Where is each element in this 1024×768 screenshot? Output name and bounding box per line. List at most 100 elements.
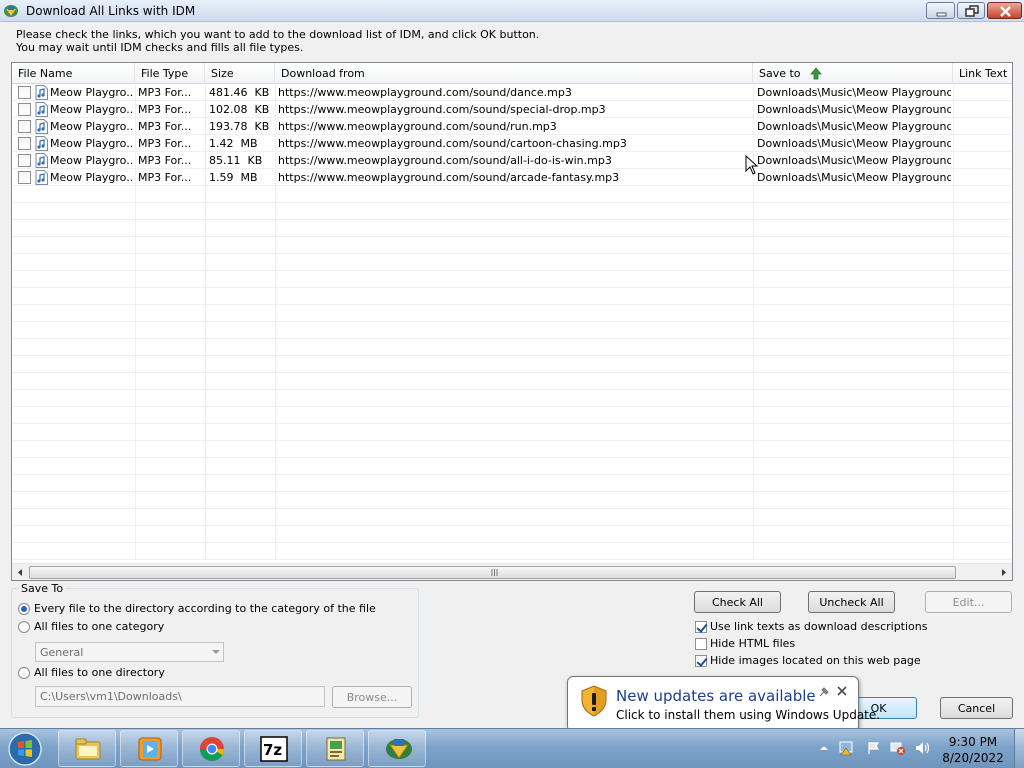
hide-images-checkbox[interactable] — [695, 655, 707, 667]
instructions: Please check the links, which you want t… — [16, 28, 539, 54]
start-button-icon[interactable] — [6, 731, 44, 767]
cell-size: 85.11 KB — [209, 154, 263, 167]
column-file-type[interactable]: File Type — [135, 63, 205, 84]
uncheck-all-button[interactable]: Uncheck All — [808, 591, 895, 613]
list-item[interactable]: Meow Playgro... MP3 For... 1.42 MB https://… — [12, 135, 1012, 152]
network-disconnected-icon[interactable] — [890, 740, 906, 756]
save-to-group: Save To Every file to the directory acco… — [11, 582, 419, 718]
volume-icon[interactable] — [914, 740, 930, 756]
cell-save-to: Downloads\Music\Meow Playground ... — [757, 86, 951, 99]
list-item[interactable]: Meow Playgro... MP3 For... 1.59 MB https://… — [12, 169, 1012, 186]
scrollbar-thumb[interactable] — [29, 566, 956, 579]
row-checkbox[interactable] — [18, 154, 31, 167]
radio-one-category-label[interactable]: All files to one category — [34, 620, 164, 633]
taskbar-app[interactable] — [306, 730, 364, 767]
media-player-icon — [138, 737, 162, 761]
title-bar: Download All Links with IDM — [0, 0, 1024, 22]
row-gridline — [12, 287, 1012, 288]
update-notification[interactable]: New updates are available Click to insta… — [567, 676, 880, 732]
column-save-to[interactable]: Save to — [753, 63, 953, 84]
audio-file-icon — [35, 102, 48, 117]
radio-one-directory[interactable] — [18, 667, 30, 679]
cell-file-name: Meow Playgro... — [50, 171, 134, 184]
column-size[interactable]: Size — [205, 63, 275, 84]
taskbar-chrome[interactable] — [182, 730, 240, 767]
cell-size: 193.78 KB — [209, 120, 270, 133]
row-checkbox[interactable] — [18, 86, 31, 99]
cell-file-name: Meow Playgro... — [50, 86, 134, 99]
system-clock[interactable]: 9:30 PM 8/20/2022 — [936, 734, 1010, 766]
hide-images-label[interactable]: Hide images located on this web page — [710, 654, 921, 667]
cancel-button[interactable]: Cancel — [940, 697, 1013, 719]
cell-size: 1.42 MB — [209, 137, 258, 150]
cell-file-name: Meow Playgro... — [50, 120, 134, 133]
radio-category-directory-label[interactable]: Every file to the directory according to… — [34, 602, 376, 615]
7zip-icon: 7z — [260, 736, 288, 762]
clock-date: 8/20/2022 — [942, 751, 1004, 765]
pin-icon[interactable] — [818, 686, 830, 698]
idm-app-icon — [4, 5, 18, 17]
file-explorer-icon — [75, 738, 101, 760]
cell-size: 1.59 MB — [209, 171, 258, 184]
cell-file-name: Meow Playgro... — [50, 154, 134, 167]
row-gridline — [12, 338, 1012, 339]
show-desktop-button[interactable] — [1014, 729, 1024, 768]
minimize-button[interactable] — [926, 2, 955, 19]
cell-save-to: Downloads\Music\Meow Playground ... — [757, 120, 951, 133]
close-icon[interactable] — [836, 685, 848, 697]
row-gridline — [12, 202, 1012, 203]
svg-text:7z: 7z — [263, 741, 282, 759]
scroll-right-icon[interactable] — [995, 564, 1012, 581]
column-link-text[interactable]: Link Text — [953, 63, 1012, 84]
instruction-line-1: Please check the links, which you want t… — [16, 28, 540, 41]
taskbar-idm[interactable] — [368, 730, 426, 767]
list-rows: Meow Playgro... MP3 For... 481.46 KB https:… — [12, 84, 1012, 560]
action-center-icon[interactable] — [866, 740, 882, 756]
cell-link-text — [957, 120, 1011, 134]
cell-save-to: Downloads\Music\Meow Playground ... — [757, 103, 951, 116]
directory-field[interactable]: C:\Users\vm1\Downloads\ — [35, 686, 325, 707]
edit-button[interactable]: Edit... — [925, 591, 1012, 613]
row-gridline — [12, 508, 1012, 509]
idm-icon — [386, 739, 412, 759]
use-link-texts-label[interactable]: Use link texts as download descriptions — [710, 620, 927, 633]
row-gridline — [12, 474, 1012, 475]
taskbar: 7z 9:30 PM 8/20/2022 — [0, 728, 1024, 768]
cell-file-type: MP3 For... — [138, 171, 192, 184]
row-gridline — [12, 253, 1012, 254]
show-hidden-icons-icon[interactable] — [816, 740, 832, 756]
radio-one-directory-label[interactable]: All files to one directory — [34, 666, 165, 679]
row-checkbox[interactable] — [18, 103, 31, 116]
radio-category-directory[interactable] — [18, 603, 30, 615]
row-checkbox[interactable] — [18, 120, 31, 133]
column-file-name[interactable]: File Name — [12, 63, 135, 84]
links-list[interactable]: File Name File Type Size Download from S… — [11, 62, 1013, 581]
taskbar-explorer[interactable] — [58, 730, 116, 767]
cell-save-to: Downloads\Music\Meow Playground ... — [757, 171, 951, 184]
list-item[interactable]: Meow Playgro... MP3 For... 481.46 KB https:… — [12, 84, 1012, 101]
check-all-button[interactable]: Check All — [694, 591, 781, 613]
row-checkbox[interactable] — [18, 171, 31, 184]
radio-one-category[interactable] — [18, 621, 30, 633]
row-checkbox[interactable] — [18, 137, 31, 150]
hide-html-checkbox[interactable] — [695, 638, 707, 650]
browse-button[interactable]: Browse... — [332, 686, 412, 708]
restore-icon — [965, 5, 979, 17]
column-download-from[interactable]: Download from — [275, 63, 753, 84]
window-title: Download All Links with IDM — [26, 4, 196, 18]
horizontal-scrollbar[interactable] — [12, 563, 1012, 580]
windows-update-tray-icon[interactable] — [838, 740, 854, 756]
taskbar-7zip[interactable]: 7z — [244, 730, 302, 767]
list-item[interactable]: Meow Playgro... MP3 For... 102.08 KB https:… — [12, 101, 1012, 118]
taskbar-media-player[interactable] — [120, 730, 178, 767]
use-link-texts-checkbox[interactable] — [695, 621, 707, 633]
close-button[interactable] — [987, 2, 1022, 19]
maximize-button[interactable] — [957, 2, 985, 19]
hide-html-label[interactable]: Hide HTML files — [710, 637, 795, 650]
category-dropdown[interactable]: General — [35, 642, 224, 662]
instruction-line-2: You may wait until IDM checks and fills … — [16, 41, 304, 54]
list-item[interactable]: Meow Playgro... MP3 For... 85.11 KB https:/… — [12, 152, 1012, 169]
scroll-left-icon[interactable] — [12, 564, 29, 581]
list-item[interactable]: Meow Playgro... MP3 For... 193.78 KB https:… — [12, 118, 1012, 135]
cell-download-from: https://www.meowplayground.com/sound/all… — [278, 154, 612, 167]
